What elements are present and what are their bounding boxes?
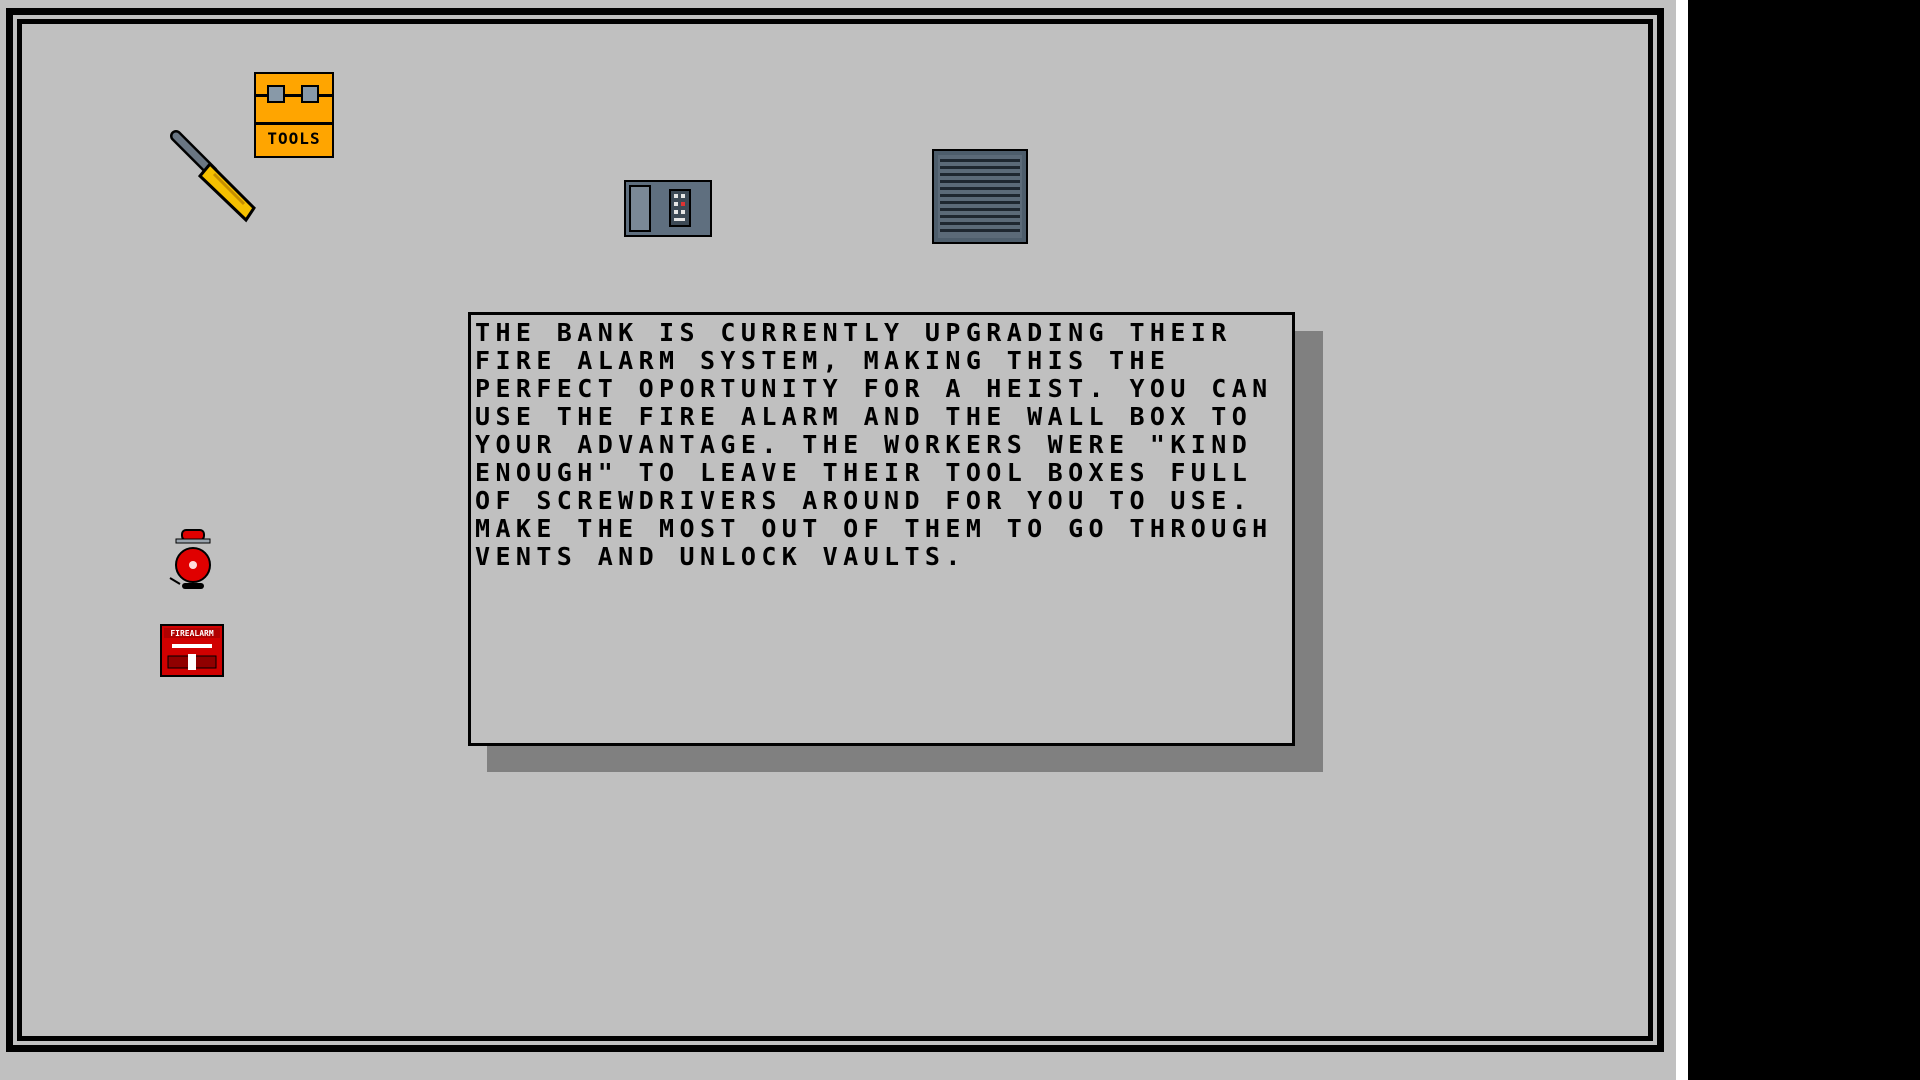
toolbox-item[interactable]: TOOLS bbox=[254, 72, 334, 158]
dialog-line: USE THE FIRE ALARM AND THE WALL BOX TO bbox=[475, 402, 1253, 431]
game-stage: TOOLS FIREALARM THE BANK IS CURRENTLY UP… bbox=[0, 0, 1688, 1080]
vent-item[interactable] bbox=[932, 149, 1028, 244]
fire-alarm-box-icon: FIREALARM bbox=[160, 624, 224, 677]
fire-alarm-box-item[interactable]: FIREALARM bbox=[160, 624, 224, 677]
vent-icon bbox=[932, 149, 1028, 244]
dialog-line: VENTS AND UNLOCK VAULTS. bbox=[475, 542, 966, 571]
dialog-line: ENOUGH" TO LEAVE THEIR TOOL BOXES FULL bbox=[475, 458, 1253, 487]
toolbox-label: TOOLS bbox=[267, 129, 320, 148]
wall-box-item[interactable] bbox=[624, 180, 712, 237]
dialog-line: YOUR ADVANTAGE. THE WORKERS WERE "KIND bbox=[475, 430, 1253, 459]
dialog-line: THE BANK IS CURRENTLY UPGRADING THEIR bbox=[475, 318, 1232, 347]
screwdriver-icon bbox=[170, 130, 256, 223]
dialog-line: MAKE THE MOST OUT OF THEM TO GO THROUGH bbox=[475, 514, 1273, 543]
dialog-line: OF SCREWDRIVERS AROUND FOR YOU TO USE. bbox=[475, 486, 1253, 515]
dialog-line: PERFECT OPORTUNITY FOR A HEIST. YOU CAN bbox=[475, 374, 1273, 403]
dialog-text: THE BANK IS CURRENTLY UPGRADING THEIR FI… bbox=[475, 319, 1292, 571]
toolbox-icon: TOOLS bbox=[254, 72, 334, 158]
intro-dialog[interactable]: THE BANK IS CURRENTLY UPGRADING THEIR FI… bbox=[468, 312, 1295, 746]
dialog-line: FIRE ALARM SYSTEM, MAKING THIS THE bbox=[475, 346, 1171, 375]
letterbox-right bbox=[1688, 0, 1920, 1080]
alarm-bell-icon bbox=[169, 529, 211, 589]
wall-box-icon bbox=[624, 180, 712, 237]
stage-edge bbox=[1676, 0, 1688, 1080]
screwdriver-item[interactable] bbox=[162, 126, 262, 228]
fire-alarm-box-label: FIREALARM bbox=[170, 629, 214, 638]
alarm-bell-item[interactable] bbox=[164, 528, 222, 592]
